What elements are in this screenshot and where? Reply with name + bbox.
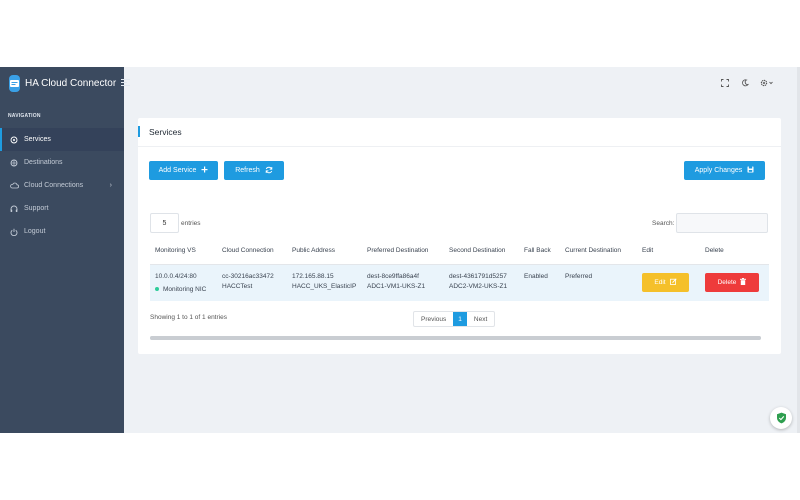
preferred-destination-name: ADC1-VM1-UKS-Z1 bbox=[367, 283, 426, 290]
sidebar-item-label: Services bbox=[24, 136, 51, 143]
cloud-connection-id: cc-30216ac33472 bbox=[222, 273, 274, 280]
status-dot-icon bbox=[155, 287, 159, 292]
shield-check-icon bbox=[776, 412, 786, 424]
pagination-previous[interactable]: Previous bbox=[414, 312, 453, 326]
monitoring-status: Monitoring NIC bbox=[155, 286, 206, 293]
pagination-next[interactable]: Next bbox=[467, 312, 494, 326]
cloud-icon bbox=[9, 181, 19, 191]
sidebar-item-destinations[interactable]: Destinations bbox=[0, 151, 124, 174]
topbar-icons bbox=[720, 78, 774, 88]
edit-button[interactable]: Edit bbox=[642, 273, 689, 292]
sidebar-item-services[interactable]: Services bbox=[0, 128, 124, 151]
column-header-monitoring-vs[interactable]: Monitoring VS bbox=[155, 247, 196, 254]
divider bbox=[138, 146, 781, 147]
monitoring-status-text: Monitoring NIC bbox=[163, 286, 207, 293]
plus-icon bbox=[201, 166, 208, 175]
table-info: Showing 1 to 1 of 1 entries bbox=[150, 314, 227, 321]
apply-changes-label: Apply Changes bbox=[694, 167, 743, 174]
fall-back-cell: Enabled bbox=[524, 273, 548, 280]
sidebar-item-logout[interactable]: Logout bbox=[0, 220, 124, 243]
services-card: Services Add Service Refresh Apply Chang… bbox=[138, 118, 781, 354]
search-input[interactable] bbox=[676, 213, 768, 233]
settings-icon[interactable] bbox=[760, 78, 774, 88]
fullscreen-icon[interactable] bbox=[720, 78, 730, 88]
refresh-button[interactable]: Refresh bbox=[224, 161, 284, 180]
headset-icon bbox=[9, 204, 19, 214]
security-shield-button[interactable] bbox=[770, 407, 792, 429]
monitoring-vs-cell: 10.0.0.4/24:80 bbox=[155, 273, 197, 280]
entries-label: entries bbox=[181, 220, 201, 227]
pagination-page-current[interactable]: 1 bbox=[453, 312, 467, 326]
delete-label: Delete bbox=[717, 279, 737, 286]
column-header-delete[interactable]: Delete bbox=[705, 247, 724, 254]
refresh-icon bbox=[265, 166, 273, 176]
nav-list: Services Destinations Cloud Connections … bbox=[0, 128, 124, 243]
power-icon bbox=[9, 227, 19, 237]
sidebar-item-label: Support bbox=[24, 205, 49, 212]
edit-label: Edit bbox=[654, 279, 666, 286]
sidebar-item-label: Logout bbox=[24, 228, 46, 235]
chevron-right-icon: › bbox=[109, 182, 112, 189]
column-header-edit[interactable]: Edit bbox=[642, 247, 653, 254]
page-title: Services bbox=[138, 126, 182, 137]
trash-icon bbox=[740, 278, 747, 287]
sidebar-item-label: Destinations bbox=[24, 159, 63, 166]
column-header-fall-back[interactable]: Fall Back bbox=[524, 247, 551, 254]
edit-icon bbox=[669, 278, 677, 287]
search-label: Search: bbox=[652, 220, 675, 227]
nav-heading: NAVIGATION bbox=[8, 113, 41, 119]
delete-button[interactable]: Delete bbox=[705, 273, 759, 292]
topbar bbox=[124, 67, 800, 99]
apply-changes-button[interactable]: Apply Changes bbox=[684, 161, 765, 180]
services-icon bbox=[9, 135, 19, 145]
second-destination-id: dest-4361791d5257 bbox=[449, 273, 507, 280]
preferred-destination-id: dest-8ce9ffa86a4f bbox=[367, 273, 419, 280]
dark-mode-icon[interactable] bbox=[740, 78, 750, 88]
app-name: HA Cloud Connector bbox=[25, 77, 117, 89]
entries-length-select[interactable]: 5 bbox=[150, 213, 179, 233]
column-header-current-destination[interactable]: Current Destination bbox=[565, 247, 621, 254]
app-logo-icon bbox=[9, 74, 20, 92]
sidebar: HA Cloud Connector NAVIGATION Services D… bbox=[0, 67, 131, 433]
destinations-icon bbox=[9, 158, 19, 168]
second-destination-name: ADC2-VM2-UKS-Z1 bbox=[449, 283, 508, 290]
column-header-cloud-connection[interactable]: Cloud Connection bbox=[222, 247, 274, 254]
sidebar-item-cloud-connections[interactable]: Cloud Connections › bbox=[0, 174, 124, 197]
public-address-name: HACC_UKS_ElasticIP bbox=[292, 283, 357, 290]
public-address-ip: 172.165.88.15 bbox=[292, 273, 334, 280]
sidebar-item-support[interactable]: Support bbox=[0, 197, 124, 220]
add-service-button[interactable]: Add Service bbox=[149, 161, 218, 180]
column-header-second-destination[interactable]: Second Destination bbox=[449, 247, 505, 254]
sidebar-item-label: Cloud Connections bbox=[24, 182, 84, 189]
cloud-connection-name: HACCTest bbox=[222, 283, 253, 290]
add-service-label: Add Service bbox=[158, 167, 197, 174]
current-destination-cell: Preferred bbox=[565, 273, 593, 280]
app-window: HA Cloud Connector NAVIGATION Services D… bbox=[0, 67, 800, 433]
refresh-label: Refresh bbox=[235, 167, 260, 174]
horizontal-scrollbar-thumb[interactable] bbox=[150, 336, 761, 340]
column-header-preferred-destination[interactable]: Preferred Destination bbox=[367, 247, 428, 254]
save-icon bbox=[747, 166, 754, 175]
brand: HA Cloud Connector bbox=[0, 67, 131, 99]
pagination: Previous 1 Next bbox=[413, 311, 496, 327]
column-header-public-address[interactable]: Public Address bbox=[292, 247, 335, 254]
